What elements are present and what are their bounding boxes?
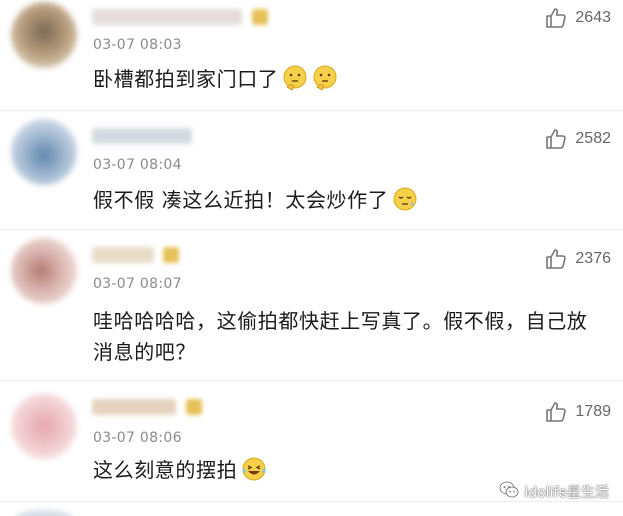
like-count: 2376 bbox=[575, 250, 611, 267]
like-button[interactable]: 1789 bbox=[544, 400, 611, 424]
comment-text: 假不假 凑这么近拍！太会炒作了 bbox=[93, 185, 605, 221]
thumbs-up-icon bbox=[544, 247, 568, 271]
comment-item: 03-07 08:07 2376 哇哈哈哈哈，这偷拍都快赶上写真了。假不假，自己… bbox=[0, 230, 623, 381]
comment-text-content: 哇哈哈哈哈，这偷拍都快赶上写真了。假不假，自己放消息的吧？ bbox=[93, 309, 588, 364]
username[interactable] bbox=[92, 128, 192, 144]
vip-badge-icon bbox=[163, 247, 179, 263]
vip-badge-icon bbox=[186, 399, 202, 415]
avatar[interactable] bbox=[11, 238, 77, 304]
avatar[interactable] bbox=[11, 393, 77, 459]
comment-text-content: 这么刻意的摆拍 bbox=[93, 458, 238, 482]
comment-text-content: 卧槽都拍到家门口了 bbox=[93, 67, 279, 91]
username[interactable] bbox=[92, 247, 154, 263]
avatar[interactable] bbox=[11, 2, 77, 68]
thumbs-up-icon bbox=[544, 400, 568, 424]
comment-time: 03-07 08:03 bbox=[93, 37, 182, 53]
like-button[interactable]: 2643 bbox=[544, 6, 611, 30]
wechat-icon bbox=[499, 481, 519, 502]
avatar[interactable] bbox=[11, 119, 77, 185]
watermark: idolife星生活 bbox=[499, 481, 609, 502]
like-count: 2643 bbox=[575, 9, 611, 26]
comment-time: 03-07 08:07 bbox=[93, 276, 182, 292]
thinking-emoji-icon bbox=[282, 65, 308, 100]
avatar bbox=[14, 510, 74, 516]
comment-time: 03-07 08:04 bbox=[93, 157, 182, 173]
thumbs-up-icon bbox=[544, 127, 568, 151]
username[interactable] bbox=[92, 9, 242, 25]
comment-item: 03-07 08:03 2643 卧槽都拍到家门口了 bbox=[0, 0, 623, 111]
like-count: 1789 bbox=[575, 403, 611, 420]
thinking-emoji-icon bbox=[312, 65, 338, 100]
comment-item: 03-07 08:04 2582 假不假 凑这么近拍！太会炒作了 bbox=[0, 111, 623, 230]
thumbs-up-icon bbox=[544, 6, 568, 30]
comment-text: 卧槽都拍到家门口了 bbox=[93, 64, 605, 100]
username[interactable] bbox=[92, 399, 176, 415]
comment-text-content: 假不假 凑这么近拍！太会炒作了 bbox=[93, 188, 389, 212]
comment-time: 03-07 08:06 bbox=[93, 430, 182, 446]
comment-text: 哇哈哈哈哈，这偷拍都快赶上写真了。假不假，自己放消息的吧？ bbox=[93, 306, 601, 368]
watermark-text: idolife星生活 bbox=[524, 484, 609, 501]
sleepy-sweat-emoji-icon bbox=[392, 186, 418, 221]
like-button[interactable]: 2582 bbox=[544, 127, 611, 151]
like-count: 2582 bbox=[575, 130, 611, 147]
next-comment-partial bbox=[0, 504, 623, 516]
laughing-tears-emoji-icon bbox=[241, 456, 267, 491]
like-button[interactable]: 2376 bbox=[544, 247, 611, 271]
vip-badge-icon bbox=[252, 9, 268, 25]
